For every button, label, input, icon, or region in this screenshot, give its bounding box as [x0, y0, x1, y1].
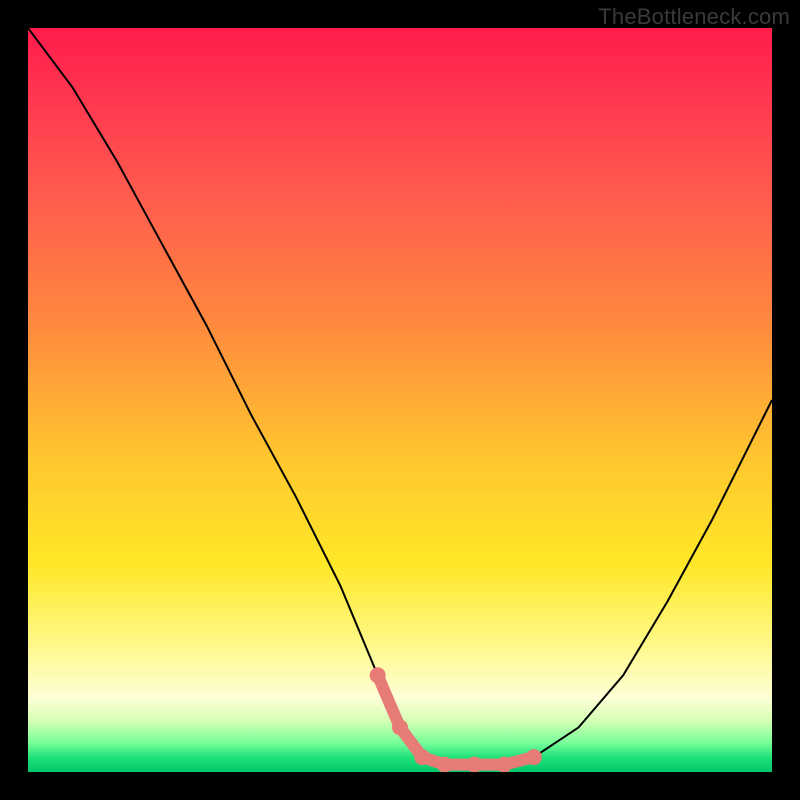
chart-frame: TheBottleneck.com [0, 0, 800, 800]
highlight-dot [437, 757, 453, 772]
highlight-dot [414, 749, 430, 765]
highlight-dot [496, 757, 512, 772]
highlight-dot [370, 667, 386, 683]
highlight-dot [392, 719, 408, 735]
highlight-dot [466, 757, 482, 772]
highlight-dot [526, 749, 542, 765]
watermark-text: TheBottleneck.com [598, 4, 790, 30]
plot-area [28, 28, 772, 772]
bottleneck-curve [28, 28, 772, 765]
curve-svg [28, 28, 772, 772]
